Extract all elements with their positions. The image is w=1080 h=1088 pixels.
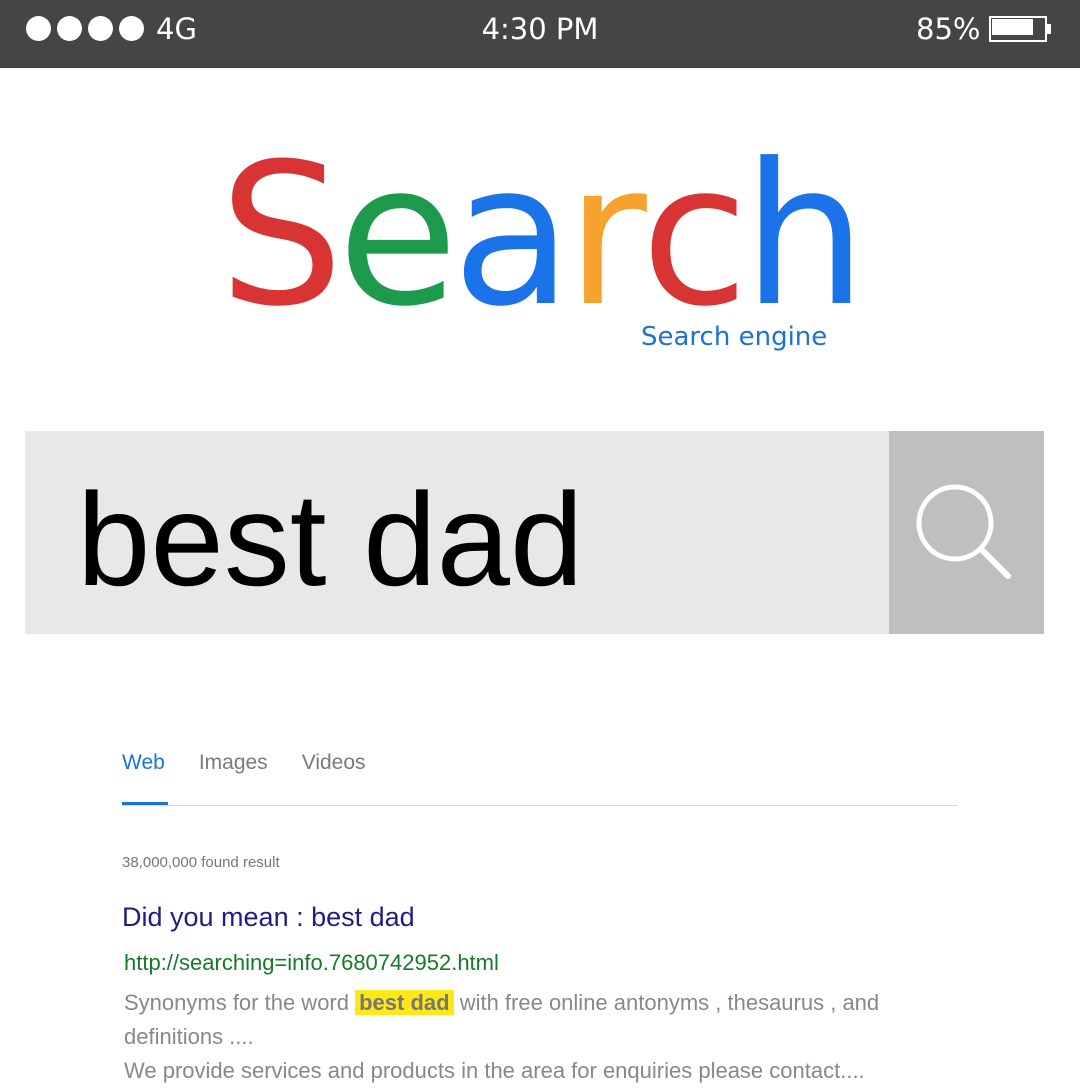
battery-icon [989, 16, 1051, 42]
logo-letter: h [742, 122, 867, 350]
result-title-link[interactable]: Did you mean : best dad [122, 902, 415, 933]
logo-letter: S [219, 122, 343, 350]
battery-percent: 85% [916, 12, 981, 46]
snippet-highlight: best dad [355, 990, 454, 1015]
search-input[interactable]: best dad [77, 465, 583, 615]
logo-letter: e [337, 122, 459, 350]
result-tabs: Web Images Videos [122, 751, 400, 775]
search-bar[interactable]: best dad [25, 431, 1044, 634]
tab-web[interactable]: Web [122, 751, 165, 775]
tab-images[interactable]: Images [199, 751, 268, 775]
status-bar: 4G 4:30 PM 85% [0, 0, 1080, 68]
tabs-divider [122, 805, 958, 806]
tab-videos[interactable]: Videos [302, 751, 366, 775]
snippet-text: Synonyms for the word [124, 990, 349, 1015]
snippet-line-2: We provide services and products in the … [124, 1058, 865, 1083]
logo-letter: c [640, 122, 749, 350]
search-logo: Search [0, 126, 1080, 346]
logo-letter: a [452, 122, 572, 350]
search-icon [916, 484, 1011, 579]
logo-subtitle: Search engine [641, 322, 828, 352]
result-count: 38,000,000 found result [122, 854, 280, 871]
result-snippet: Synonyms for the word best dad with free… [124, 986, 964, 1088]
result-url[interactable]: http://searching=info.7680742952.html [124, 950, 499, 976]
search-button[interactable] [889, 431, 1044, 634]
logo-letter: r [566, 122, 647, 350]
battery-fill [992, 19, 1033, 35]
